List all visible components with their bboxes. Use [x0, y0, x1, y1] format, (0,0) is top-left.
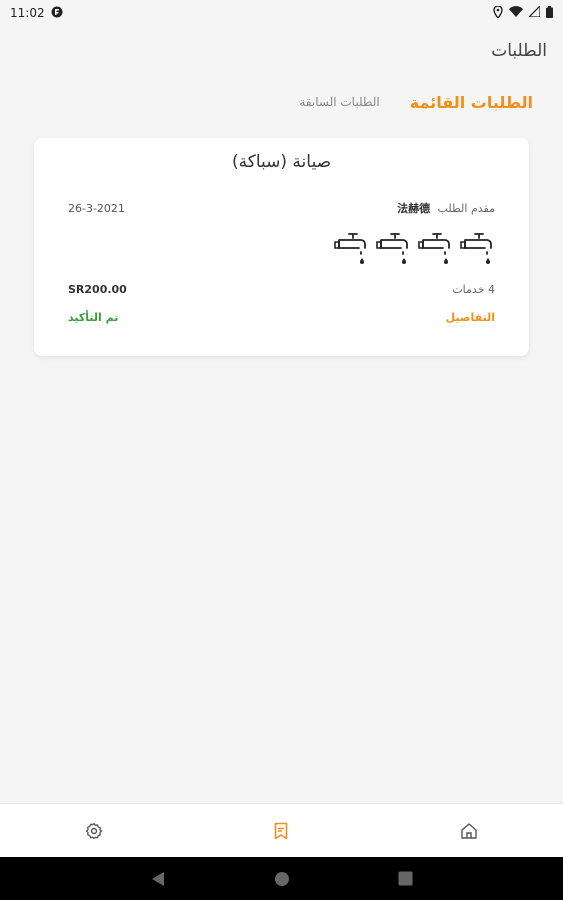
battery-icon: [546, 5, 553, 21]
requester-row: 26-3-2021 مقدم الطلب 法赫德: [68, 200, 495, 216]
order-date: 26-3-2021: [68, 201, 125, 215]
app-notification-icon: [51, 6, 63, 21]
settings-icon: [85, 822, 102, 839]
location-icon: [493, 4, 503, 21]
tab-current-orders[interactable]: الطلبات القائمة: [410, 93, 533, 112]
faucet-icon: [376, 233, 408, 264]
home-button[interactable]: [270, 867, 294, 891]
nav-home[interactable]: [449, 811, 489, 851]
bottom-nav: [0, 803, 563, 857]
app-bar: الطلبات: [0, 26, 563, 76]
orders-icon: [275, 822, 288, 839]
nav-orders[interactable]: [261, 811, 301, 851]
signal-icon: [527, 4, 541, 20]
order-status: تم التأكيد: [68, 311, 119, 324]
home-circle-icon: [274, 871, 289, 886]
wifi-icon: [509, 6, 523, 20]
faucet-icon: [334, 233, 366, 264]
requester: مقدم الطلب 法赫德: [397, 200, 495, 216]
status-bar: 11:02: [0, 0, 563, 26]
recents-button[interactable]: [394, 867, 418, 891]
home-icon: [461, 822, 477, 839]
price-row: SR200.00 4 خدمات: [68, 283, 495, 296]
services-count: 4 خدمات: [452, 283, 495, 296]
order-card[interactable]: صيانة (سباكة) 26-3-2021 مقدم الطلب 法赫德 S…: [34, 138, 529, 356]
nav-settings[interactable]: [74, 811, 114, 851]
service-icons: [331, 230, 495, 268]
order-price: SR200.00: [68, 283, 127, 296]
recents-icon: [398, 871, 413, 886]
order-title: صيانة (سباكة): [231, 152, 332, 172]
details-link[interactable]: التفاصيل: [446, 311, 495, 324]
status-time: 11:02: [10, 6, 45, 20]
system-nav-bar: [0, 857, 563, 900]
requester-name: 法赫德: [397, 202, 431, 215]
faucet-icon: [418, 233, 450, 264]
tab-previous-orders[interactable]: الطلبات السابقة: [299, 95, 379, 109]
page-title: الطلبات: [491, 41, 547, 61]
actions-row: تم التأكيد التفاصيل: [68, 311, 495, 324]
faucet-icon: [460, 233, 492, 264]
back-icon: [151, 871, 164, 886]
requester-label: مقدم الطلب: [437, 202, 495, 215]
back-button[interactable]: [146, 867, 170, 891]
order-tabs: الطلبات القائمة الطلبات السابقة: [0, 84, 563, 120]
